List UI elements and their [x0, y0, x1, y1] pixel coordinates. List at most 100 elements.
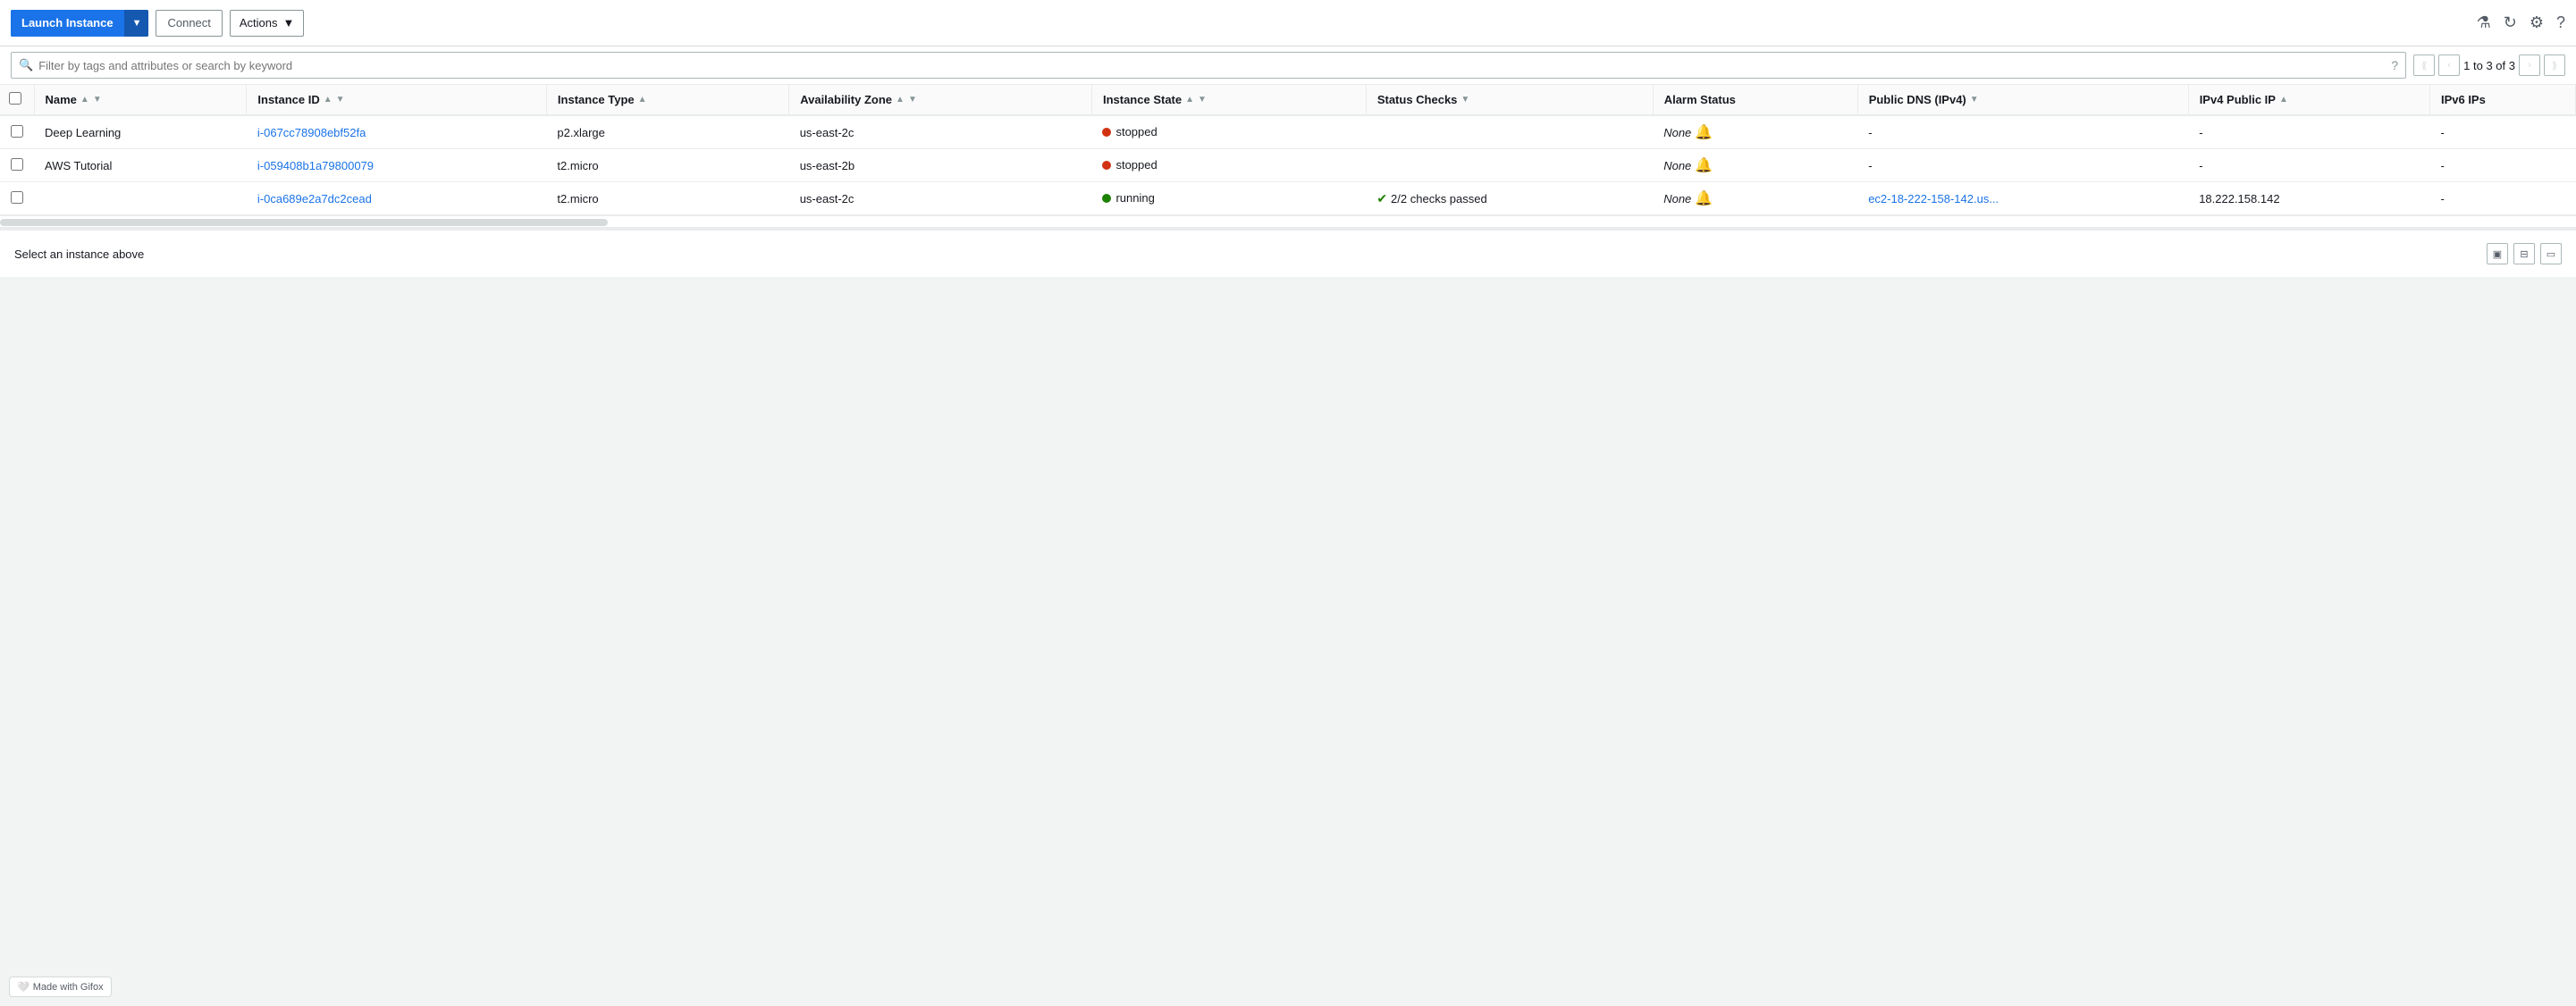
row-name [34, 182, 247, 215]
pagination-next[interactable]: › [2519, 54, 2540, 76]
scrollbar-track[interactable] [0, 219, 608, 226]
search-row: 🔍 ? ⟪ ‹ 1 to 3 of 3 › ⟫ [0, 46, 2576, 85]
stopped-dot [1102, 128, 1111, 137]
row-checkbox-cell[interactable] [0, 149, 34, 182]
row-name: AWS Tutorial [34, 149, 247, 182]
table-row[interactable]: i-0ca689e2a7dc2ceadt2.microus-east-2c run… [0, 182, 2576, 215]
actions-dropdown-icon: ▼ [283, 16, 295, 29]
pagination-prev[interactable]: ‹ [2438, 54, 2460, 76]
row-checkbox-cell[interactable] [0, 115, 34, 149]
state-text: running [1115, 191, 1154, 205]
row-checkbox-cell[interactable] [0, 182, 34, 215]
col-header-state[interactable]: Instance State ▲▼ [1091, 85, 1366, 115]
pagination: ⟪ ‹ 1 to 3 of 3 › ⟫ [2413, 54, 2565, 76]
row-alarm-status: None 🔔 [1653, 149, 1857, 182]
row-instance-type: t2.micro [546, 149, 788, 182]
row-instance-type: p2.xlarge [546, 115, 788, 149]
panel-split-vertical[interactable]: ▣ [2487, 243, 2508, 264]
alarm-text: None [1663, 192, 1691, 205]
row-checkbox[interactable] [11, 158, 23, 171]
state-text: stopped [1115, 158, 1157, 172]
settings-icon[interactable]: ⚙ [2530, 13, 2544, 32]
row-ipv4: - [2188, 149, 2429, 182]
row-public-dns: - [1857, 115, 2188, 149]
row-alarm-status: None 🔔 [1653, 115, 1857, 149]
flask-icon[interactable]: ⚗ [2477, 13, 2491, 32]
bottom-panel: Select an instance above ▣ ⊟ ▭ [0, 228, 2576, 277]
col-header-ipv4[interactable]: IPv4 Public IP ▲ [2188, 85, 2429, 115]
col-header-public-dns[interactable]: Public DNS (IPv4) ▼ [1857, 85, 2188, 115]
select-all-checkbox[interactable] [9, 92, 21, 105]
row-status-checks [1366, 149, 1653, 182]
col-header-az[interactable]: Availability Zone ▲▼ [789, 85, 1092, 115]
row-az: us-east-2b [789, 149, 1092, 182]
toolbar: Launch Instance ▼ Connect Actions ▼ ⚗ ↻ … [0, 0, 2576, 46]
col-header-instance-type[interactable]: Instance Type ▲ [546, 85, 788, 115]
row-alarm-status: None 🔔 [1653, 182, 1857, 215]
actions-button[interactable]: Actions ▼ [230, 10, 305, 37]
row-ipv6: - [2429, 115, 2575, 149]
stopped-dot [1102, 161, 1111, 170]
alarm-bell-icon[interactable]: 🔔 [1695, 189, 1713, 207]
launch-instance-button[interactable]: Launch Instance ▼ [11, 10, 148, 37]
launch-instance-main[interactable]: Launch Instance [11, 10, 124, 37]
row-status-checks [1366, 115, 1653, 149]
panel-full[interactable]: ▭ [2540, 243, 2562, 264]
panel-split-horizontal[interactable]: ⊟ [2513, 243, 2535, 264]
actions-label: Actions [240, 16, 278, 29]
col-header-ipv6[interactable]: IPv6 IPs [2429, 85, 2575, 115]
row-ipv6: - [2429, 182, 2575, 215]
pagination-first[interactable]: ⟪ [2413, 54, 2435, 76]
instances-table-container: Name ▲▼ Instance ID ▲▼ Instance Type ▲ A… [0, 85, 2576, 215]
row-instance-id[interactable]: i-059408b1a79800079 [247, 149, 547, 182]
instances-table: Name ▲▼ Instance ID ▲▼ Instance Type ▲ A… [0, 85, 2576, 215]
row-ipv4: - [2188, 115, 2429, 149]
toolbar-right-icons: ⚗ ↻ ⚙ ? [2477, 13, 2565, 32]
col-header-alarm-status[interactable]: Alarm Status [1653, 85, 1857, 115]
state-text: stopped [1115, 125, 1157, 138]
connect-button[interactable]: Connect [156, 10, 222, 37]
row-instance-type: t2.micro [546, 182, 788, 215]
check-text: 2/2 checks passed [1391, 192, 1487, 205]
select-instance-text: Select an instance above [14, 247, 144, 261]
select-all-header[interactable] [0, 85, 34, 115]
row-ipv4: 18.222.158.142 [2188, 182, 2429, 215]
alarm-bell-icon[interactable]: 🔔 [1695, 123, 1713, 141]
table-row[interactable]: Deep Learningi-067cc78908ebf52fap2.xlarg… [0, 115, 2576, 149]
launch-instance-dropdown[interactable]: ▼ [124, 10, 149, 37]
col-header-instance-id[interactable]: Instance ID ▲▼ [247, 85, 547, 115]
search-icon: 🔍 [19, 58, 33, 72]
row-state: stopped [1091, 149, 1366, 182]
row-state: running [1091, 182, 1366, 215]
table-row[interactable]: AWS Tutoriali-059408b1a79800079t2.microu… [0, 149, 2576, 182]
pagination-text: 1 to 3 of 3 [2463, 59, 2515, 72]
gifox-heart: 🤍 [17, 981, 29, 993]
row-az: us-east-2c [789, 115, 1092, 149]
table-header-row: Name ▲▼ Instance ID ▲▼ Instance Type ▲ A… [0, 85, 2576, 115]
col-header-status-checks[interactable]: Status Checks ▼ [1366, 85, 1653, 115]
check-icon: ✔ [1376, 191, 1387, 206]
gifox-label: Made with Gifox [33, 982, 104, 993]
help-icon[interactable]: ? [2556, 13, 2565, 32]
alarm-bell-icon[interactable]: 🔔 [1695, 156, 1713, 174]
row-public-dns: ec2-18-222-158-142.us... [1857, 182, 2188, 215]
row-az: us-east-2c [789, 182, 1092, 215]
row-instance-id[interactable]: i-067cc78908ebf52fa [247, 115, 547, 149]
refresh-icon[interactable]: ↻ [2504, 13, 2517, 32]
search-input[interactable] [38, 59, 2391, 72]
running-dot [1102, 194, 1111, 203]
row-state: stopped [1091, 115, 1366, 149]
gifox-badge: 🤍 Made with Gifox [9, 977, 112, 997]
alarm-text: None [1663, 126, 1691, 139]
panel-controls: ▣ ⊟ ▭ [2487, 243, 2562, 264]
pagination-last[interactable]: ⟫ [2544, 54, 2565, 76]
row-checkbox[interactable] [11, 191, 23, 204]
scrollbar-area[interactable] [0, 215, 2576, 228]
search-help-icon[interactable]: ? [2391, 58, 2398, 72]
row-name: Deep Learning [34, 115, 247, 149]
col-header-name[interactable]: Name ▲▼ [34, 85, 247, 115]
alarm-text: None [1663, 159, 1691, 172]
row-checkbox[interactable] [11, 125, 23, 138]
search-container[interactable]: 🔍 ? [11, 52, 2406, 79]
row-instance-id[interactable]: i-0ca689e2a7dc2cead [247, 182, 547, 215]
